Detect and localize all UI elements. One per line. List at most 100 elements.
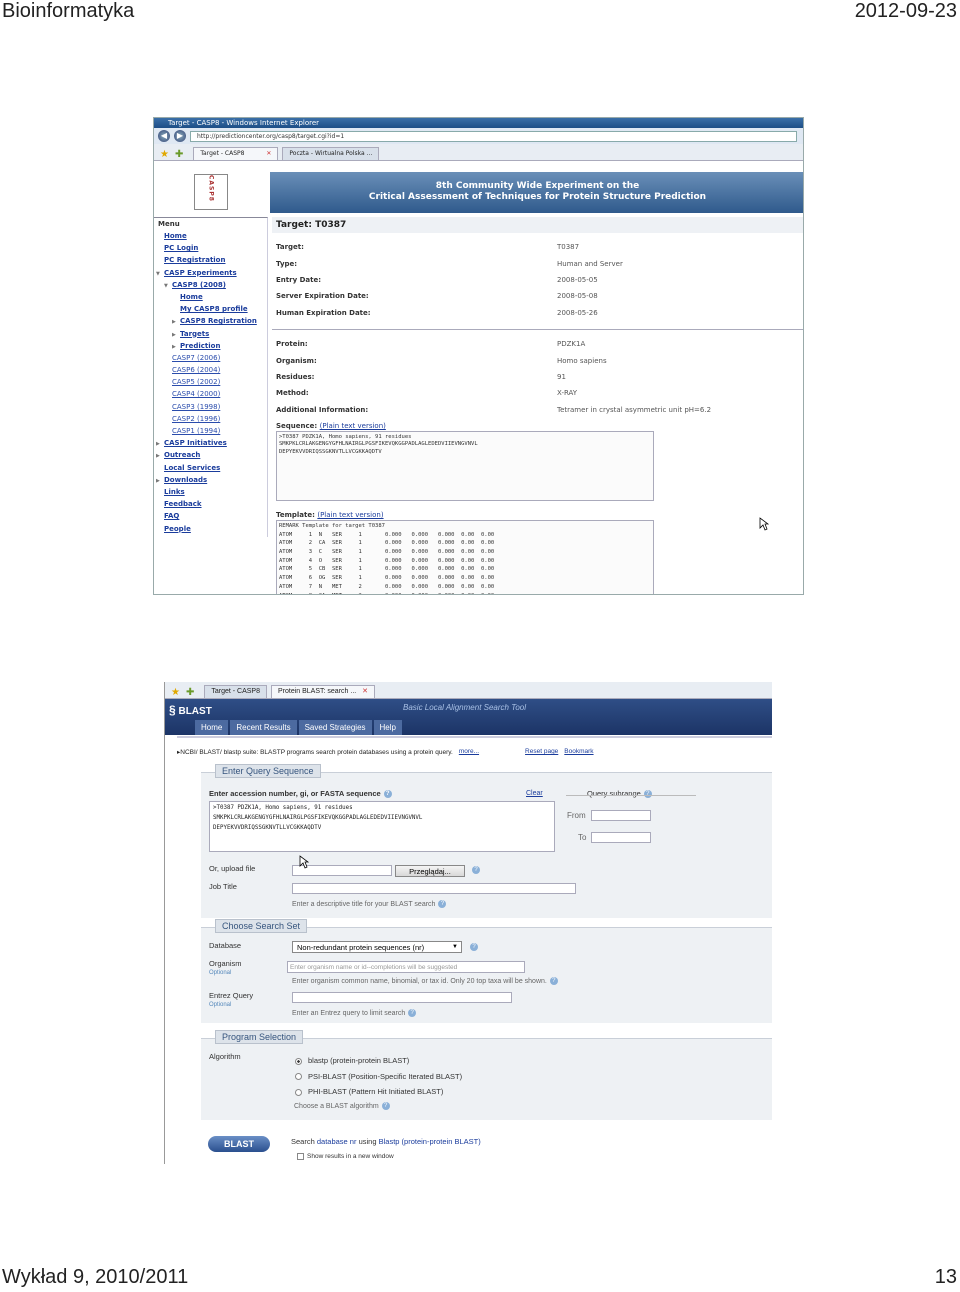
expand-arrow-icon[interactable]: ▶ <box>172 341 177 353</box>
new-window-checkbox[interactable] <box>297 1153 304 1160</box>
query-line: >T0387 PDZK1A, Homo sapiens, 91 residues <box>213 805 353 811</box>
dropdown-arrow-icon: ▼ <box>452 944 458 950</box>
help-icon[interactable]: ? <box>549 977 558 985</box>
blast-logo-text: BLAST <box>178 706 212 717</box>
help-icon[interactable]: ? <box>472 866 480 874</box>
nav-tab-home[interactable]: Home <box>195 720 229 735</box>
add-favorites-icon[interactable]: ✚ <box>175 149 183 160</box>
menu-item[interactable]: My CASP8 profile <box>154 303 267 315</box>
tab-target-casp8[interactable]: Target - CASP8 ✕ <box>193 147 279 160</box>
menu-item[interactable]: CASP6 (2004) <box>154 364 267 376</box>
favorites-star-icon[interactable]: ★ <box>160 149 169 160</box>
menu-item-label: Downloads <box>164 475 208 484</box>
add-favorites-icon[interactable]: ✚ <box>186 687 194 698</box>
url-field[interactable]: http://predictioncenter.org/casp8/target… <box>190 130 797 142</box>
entrez-query-input[interactable] <box>292 992 512 1003</box>
menu-item[interactable]: ▶ Targets <box>154 328 267 340</box>
close-tab-icon[interactable]: ✕ <box>362 688 368 695</box>
info-value: 91 <box>557 372 566 381</box>
info-value: T0387 <box>557 243 580 252</box>
search-summary-algorithm: Blastp (protein-protein BLAST) <box>378 1137 481 1146</box>
query-sequence-textarea[interactable]: >T0387 PDZK1A, Homo sapiens, 91 residues… <box>209 801 555 852</box>
expand-arrow-icon[interactable]: ▼ <box>164 280 169 292</box>
clear-link[interactable]: Clear <box>526 790 543 797</box>
algorithm-option[interactable]: PSI-BLAST (Position-Specific Iterated BL… <box>295 1072 462 1088</box>
expand-arrow-icon[interactable]: ▶ <box>172 316 177 328</box>
expand-arrow-icon[interactable]: ▶ <box>156 438 161 450</box>
help-icon[interactable]: ? <box>383 790 392 799</box>
menu-item[interactable]: CASP3 (1998) <box>154 401 267 413</box>
blast-submit-button[interactable]: BLAST <box>208 1136 270 1152</box>
job-title-input[interactable] <box>292 883 576 894</box>
algorithm-option[interactable]: PHI-BLAST (Pattern Hit Initiated BLAST) <box>295 1087 462 1103</box>
tab-target-casp8[interactable]: Target - CASP8 <box>204 685 267 698</box>
menu-item[interactable]: ▶ Prediction <box>154 340 267 352</box>
menu-item[interactable]: FAQ <box>154 510 267 522</box>
blast-logo[interactable]: § BLAST <box>169 703 212 717</box>
sequence-textbox[interactable]: >T0387 PDZK1A, Homo sapiens, 91 residues… <box>276 430 654 501</box>
sequence-plain-text-link[interactable]: (Plain text version) <box>320 422 386 430</box>
help-icon[interactable]: ? <box>470 943 478 951</box>
nav-tab-saved-strategies[interactable]: Saved Strategies <box>298 720 372 735</box>
algorithm-radio[interactable] <box>295 1073 302 1081</box>
template-line: ATOM 1 N SER 1 0.000 0.000 0.000 0.00 0.… <box>279 531 495 538</box>
close-tab-icon[interactable]: ✕ <box>266 150 271 157</box>
menu-item[interactable]: Home <box>154 291 267 303</box>
menu-item[interactable]: ▼ CASP8 (2008) <box>154 279 267 291</box>
menu-item-label: CASP1 (1994) <box>172 427 221 435</box>
expand-arrow-icon[interactable]: ▶ <box>156 475 161 487</box>
program-selection-title: Program Selection <box>215 1030 304 1044</box>
menu-item[interactable]: ▶ CASP Initiatives <box>154 437 267 449</box>
entrez-label: Entrez Query <box>209 991 254 1000</box>
menu-item-label: CASP2 (1996) <box>172 414 221 423</box>
template-plain-text-link[interactable]: (Plain text version) <box>317 511 383 519</box>
menu-item[interactable]: Links <box>154 486 267 498</box>
browse-button[interactable]: Przeglądaj... <box>395 865 465 877</box>
from-input[interactable] <box>591 810 651 821</box>
info-row: Additional Information: Tetramer in cryst… <box>272 402 803 418</box>
expand-arrow-icon[interactable]: ▶ <box>172 329 177 341</box>
banner-line-2: Critical Assessment of Techniques for Pr… <box>368 192 707 202</box>
nav-tab-help[interactable]: Help <box>373 720 402 735</box>
nav-tab-recent-results[interactable]: Recent Results <box>230 720 297 735</box>
menu-item[interactable]: Home <box>154 230 267 242</box>
menu-item[interactable]: Local Services <box>154 462 267 474</box>
favorites-star-icon[interactable]: ★ <box>171 687 180 698</box>
search-summary: Search database nr using Blastp (protein… <box>291 1137 481 1146</box>
more-link[interactable]: more... <box>459 748 479 760</box>
algorithm-radio[interactable] <box>295 1088 302 1096</box>
to-input[interactable] <box>591 832 651 843</box>
expand-arrow-icon[interactable]: ▶ <box>156 450 161 462</box>
reset-page-link[interactable]: Reset page <box>525 748 558 760</box>
help-icon[interactable]: ? <box>438 900 447 908</box>
help-icon[interactable]: ? <box>408 1009 417 1017</box>
organism-input[interactable]: Enter organism name or id--completions w… <box>287 961 525 973</box>
new-window-option[interactable]: Show results in a new window <box>297 1153 394 1160</box>
help-icon[interactable]: ? <box>381 1102 390 1110</box>
menu-item[interactable]: ▶ Downloads <box>154 474 267 486</box>
forward-icon[interactable]: ▶ <box>174 130 186 142</box>
expand-arrow-icon[interactable]: ▼ <box>156 268 161 280</box>
bookmark-link[interactable]: Bookmark <box>564 748 593 760</box>
job-title-hint-text: Enter a descriptive title for your BLAST… <box>292 900 436 908</box>
tab-protein-blast[interactable]: Protein BLAST: search ... ✕ <box>271 685 376 698</box>
back-icon[interactable]: ◀ <box>158 130 170 142</box>
menu-item[interactable]: PC Login <box>154 242 267 254</box>
menu-item[interactable]: CASP7 (2006) <box>154 352 267 364</box>
divider <box>177 736 772 738</box>
menu-item[interactable]: ▶ Outreach <box>154 449 267 461</box>
database-select[interactable]: Non-redundant protein sequences (nr) ▼ <box>292 941 462 953</box>
menu-item[interactable]: Feedback <box>154 498 267 510</box>
menu-item[interactable]: ▼ CASP Experiments <box>154 267 267 279</box>
menu-item[interactable]: People <box>154 523 267 535</box>
template-textbox[interactable]: REMARK Template for target T0387 ATOM 1 N… <box>276 519 654 594</box>
algorithm-option[interactable]: blastp (protein-protein BLAST) <box>295 1056 462 1072</box>
menu-item[interactable]: CASP2 (1996) <box>154 413 267 425</box>
menu-item[interactable]: PC Registration <box>154 254 267 266</box>
algorithm-radio[interactable] <box>295 1057 302 1065</box>
menu-item[interactable]: ▶ CASP8 Registration <box>154 315 267 327</box>
menu-item[interactable]: CASP1 (1994) <box>154 425 267 437</box>
menu-item[interactable]: CASP5 (2002) <box>154 376 267 388</box>
menu-item[interactable]: CASP4 (2000) <box>154 388 267 400</box>
tab-poczta[interactable]: Poczta - Wirtualna Polska ... <box>282 147 380 160</box>
